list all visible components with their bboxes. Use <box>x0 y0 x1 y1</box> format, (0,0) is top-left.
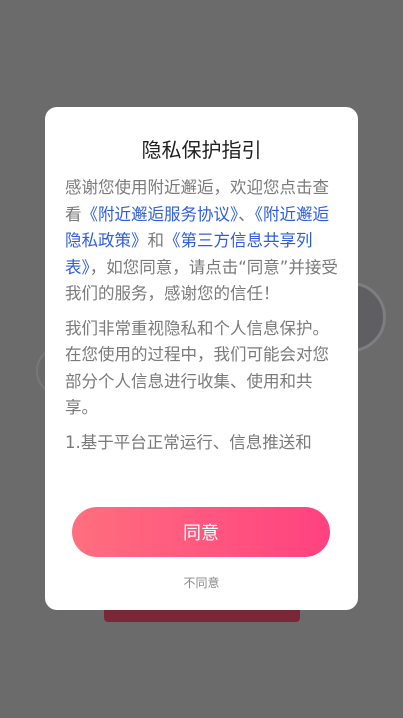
clause-paragraph: 1.基于平台正常运行、信息推送和 <box>65 432 312 452</box>
disagree-button[interactable]: 不同意 <box>45 575 358 591</box>
consent-text: ，如您同意，请点击“同意”并接受我们的服务，感谢您的信任！ <box>65 257 338 304</box>
privacy-paragraph: 我们非常重视隐私和个人信息保护。在您使用的过程中，我们可能会对您部分个人信息进行… <box>65 318 329 418</box>
dialog-body[interactable]: 感谢您使用附近邂逅，欢迎您点击查看《附近邂逅服务协议》、《附近邂逅隐私政策》和《… <box>65 175 338 487</box>
agree-button[interactable]: 同意 <box>72 507 330 557</box>
dialog-title: 隐私保护指引 <box>141 138 262 162</box>
privacy-dialog: 隐私保护指引 感谢您使用附近邂逅，欢迎您点击查看《附近邂逅服务协议》、《附近邂逅… <box>45 107 358 610</box>
service-agreement-link[interactable]: 《附近邂逅服务协议》 <box>82 205 239 224</box>
separator-text: 、 <box>238 204 255 224</box>
intro-paragraph: 感谢您使用附近邂逅，欢迎您点击查看《附近邂逅服务协议》、《附近邂逅隐私政策》和《… <box>65 175 338 308</box>
conjunction-text: 和 <box>147 231 165 250</box>
